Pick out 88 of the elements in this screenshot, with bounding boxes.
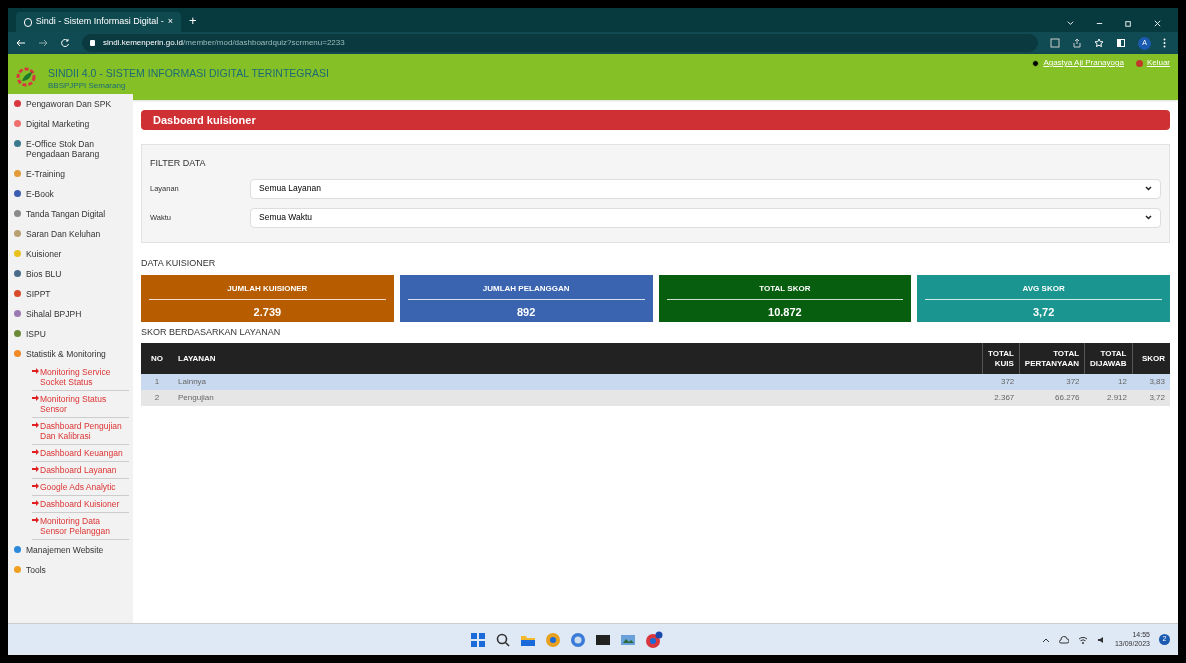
- filter-heading: FILTER DATA: [150, 157, 207, 170]
- sidebar-item[interactable]: Sihalal BPJPH: [26, 309, 82, 319]
- section-heading: DATA KUISIONER: [141, 257, 217, 270]
- sidebar-item[interactable]: E-Office Stok Dan Pengadaan Barang: [26, 139, 133, 159]
- select-field[interactable]: Semua Layanan: [250, 178, 1161, 199]
- site-subtitle: BBSPJPPI Semarang: [48, 80, 127, 93]
- sidebar-item[interactable]: Kuisioner: [26, 249, 62, 259]
- tab-title: Sindi - Sistem Informasi Digital -: [35, 15, 164, 29]
- sidebar-item[interactable]: E-Training: [26, 169, 65, 179]
- table-cell: 3,72: [1132, 390, 1170, 406]
- submenu-item[interactable]: Dashboard Keuangan: [40, 448, 123, 458]
- address-bar[interactable]: sindi.kemenperin.go.id/member/mod/dashboardquiz?scrmenu=2233: [82, 34, 1038, 52]
- star-icon[interactable]: [1094, 38, 1104, 48]
- chevron-down-icon: [1145, 186, 1152, 191]
- share-icon[interactable]: [1072, 38, 1082, 48]
- forward-icon[interactable]: [38, 38, 48, 48]
- lock-icon: [90, 40, 95, 46]
- arrow-icon: [32, 368, 39, 374]
- sidebar-item[interactable]: Saran Dan Keluhan: [26, 229, 101, 239]
- table-cell: 372: [1019, 374, 1085, 390]
- table-cell: 66.276: [1019, 390, 1085, 406]
- speaker-icon[interactable]: [1096, 635, 1106, 644]
- submenu-item[interactable]: Dashboard Pengujian Dan Kalibrasi: [40, 421, 129, 441]
- url-text: sindi.kemenperin.go.id/member/mod/dashboardquiz?scrmenu=2233: [103, 37, 345, 49]
- sidebar-item[interactable]: Tools: [26, 565, 46, 575]
- stat-card: AVG SKOR 3,72: [917, 274, 1170, 322]
- arrow-icon: [32, 449, 39, 455]
- select-field[interactable]: Semua Waktu: [250, 207, 1161, 228]
- section-heading: SKOR BERDASARKAN LAYANAN: [141, 325, 282, 339]
- submenu-item[interactable]: Monitoring Status Sensor: [40, 394, 129, 414]
- table-cell: 372: [982, 374, 1020, 390]
- restore-icon[interactable]: [1124, 19, 1133, 28]
- picture-icon[interactable]: [620, 632, 636, 648]
- wifi-icon[interactable]: [1077, 635, 1088, 644]
- submenu-item[interactable]: Monitoring Data Sensor Pelanggan: [40, 516, 129, 536]
- app-icon[interactable]: [570, 632, 586, 648]
- sidebar-item[interactable]: Statistik & Monitoring: [26, 349, 106, 359]
- reload-icon[interactable]: [60, 38, 70, 48]
- sidebar-item[interactable]: SIPPT: [26, 289, 51, 299]
- arrow-icon: [32, 483, 39, 489]
- start-icon[interactable]: [470, 632, 486, 648]
- table-row[interactable]: 2 Pengujian 2.367 66.276 2.912 3,72: [141, 390, 1170, 406]
- arrow-icon: [32, 466, 39, 472]
- sidebar-item[interactable]: Tanda Tangan Digital: [26, 209, 106, 219]
- browser-tab[interactable]: Sindi - Sistem Informasi Digital - ×: [16, 12, 181, 32]
- cloud-icon[interactable]: [1058, 635, 1069, 644]
- site-title: SINDII 4.0 - SISTEM INFORMASI DIGITAL TERINTEGRASI: [48, 67, 329, 81]
- back-icon[interactable]: [16, 38, 26, 48]
- chevron-down-icon: [1145, 215, 1152, 220]
- stat-card: TOTAL SKOR 10.872: [658, 274, 912, 322]
- close-tab-button[interactable]: ×: [167, 15, 173, 29]
- chevron-down-icon[interactable]: [1066, 19, 1075, 28]
- new-tab-button[interactable]: +: [189, 10, 197, 32]
- sidebar-icon[interactable]: [1116, 38, 1126, 48]
- sidebar-item[interactable]: E-Book: [26, 189, 54, 199]
- table-cell: 2: [141, 390, 173, 406]
- terminal-icon[interactable]: [595, 632, 611, 648]
- arrow-icon: [32, 500, 39, 506]
- table-cell: Lainnya: [173, 374, 983, 390]
- page-title: Dasboard kuisioner: [141, 110, 1170, 130]
- table-cell: Pengujian: [173, 390, 983, 406]
- arrow-icon: [32, 395, 39, 401]
- sidebar-item[interactable]: Bios BLU: [26, 269, 62, 279]
- submenu-item[interactable]: Google Ads Analytic: [40, 482, 116, 492]
- sidebar-item[interactable]: ISPU: [26, 329, 46, 339]
- arrow-icon: [32, 517, 39, 523]
- stat-card: JUMLAH PELANGGAN 892: [399, 274, 653, 322]
- table-cell: 1: [141, 374, 173, 390]
- browser-icon[interactable]: [545, 632, 561, 648]
- search-icon[interactable]: [495, 632, 511, 648]
- table-cell: 3,83: [1132, 374, 1170, 390]
- table-cell: 2.912: [1084, 390, 1132, 406]
- column-header: LAYANAN: [173, 343, 983, 374]
- table-cell: 2.367: [982, 390, 1020, 406]
- stat-card: JUMLAH KUISIONER 2.739: [141, 274, 394, 322]
- menu-icon[interactable]: [1163, 38, 1166, 48]
- column-header: NO: [141, 343, 173, 374]
- logo-icon: [16, 66, 36, 88]
- sidebar-item[interactable]: Pengaworan Dan SPK: [26, 99, 112, 109]
- sidebar-item[interactable]: Manajemen Website: [26, 545, 104, 555]
- table-cell: 12: [1084, 374, 1132, 390]
- sidebar-item[interactable]: Digital Marketing: [26, 119, 90, 129]
- submenu-item[interactable]: Dashboard Kuisioner: [40, 499, 120, 509]
- close-icon[interactable]: [1153, 19, 1162, 28]
- arrow-icon: [32, 422, 39, 428]
- submenu-item[interactable]: Monitoring Service Socket Status: [40, 367, 129, 387]
- submenu-item[interactable]: Dashboard Layanan: [40, 465, 117, 475]
- table-row[interactable]: 1 Lainnya 372 372 12 3,83: [141, 374, 1170, 390]
